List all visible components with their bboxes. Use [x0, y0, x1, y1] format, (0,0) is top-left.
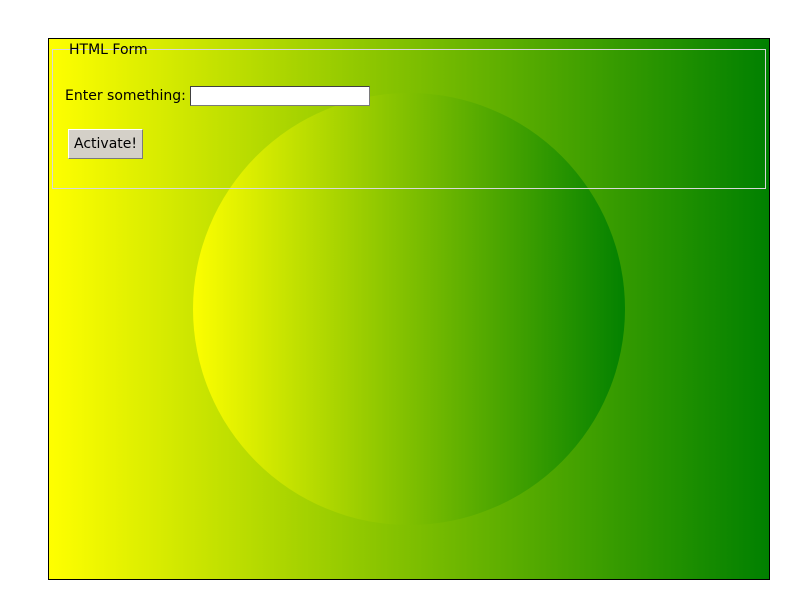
activate-button[interactable]: Activate! [68, 129, 143, 159]
input-label: Enter something: [65, 88, 186, 104]
something-input[interactable] [189, 86, 370, 106]
gradient-canvas: HTML Form Enter something: Activate! [48, 38, 770, 580]
fieldset-legend: HTML Form [69, 42, 148, 58]
input-row: Enter something: [65, 86, 370, 106]
html-form-fieldset: HTML Form Enter something: Activate! [52, 42, 766, 189]
